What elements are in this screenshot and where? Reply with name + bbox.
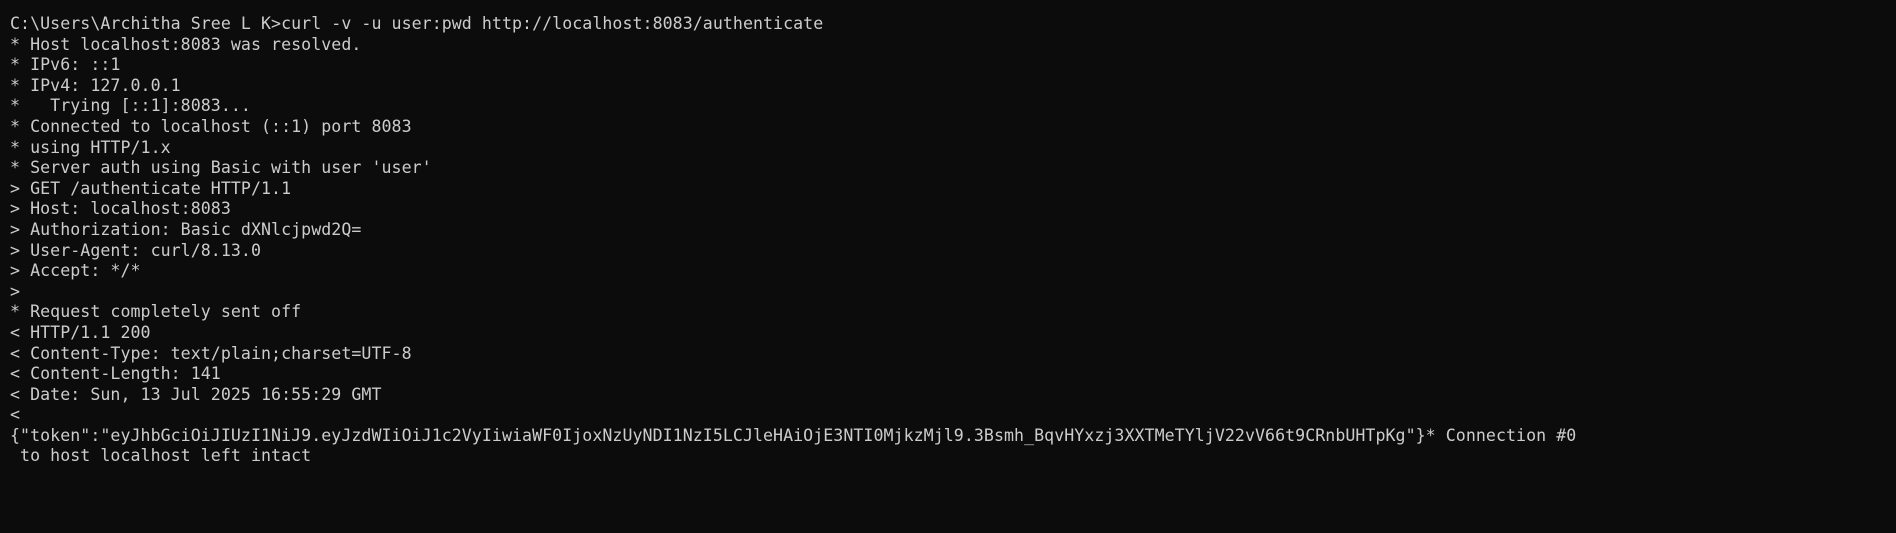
terminal-line-request: > User-Agent: curl/8.13.0 [10,240,262,260]
terminal-line: * Server auth using Basic with user 'use… [10,158,432,178]
terminal-line: * Trying [::1]:8083... [10,96,251,116]
terminal-line-request: > GET /authenticate HTTP/1.1 [10,178,292,198]
terminal-line: * IPv4: 127.0.0.1 [10,75,181,95]
terminal-line-body: {"token":"eyJhbGciOiJIUzI1NiJ9.eyJzdWIiO… [10,425,1577,445]
terminal-line-response: < HTTP/1.1 200 [10,322,151,342]
terminal-line-request: > Host: localhost:8083 [10,199,231,219]
terminal-line: * Connected to localhost (::1) port 8083 [10,116,412,136]
terminal-line-response: < Content-Type: text/plain;charset=UTF-8 [10,343,412,363]
terminal-line-body: to host localhost left intact [10,446,312,466]
terminal-line-request: > Authorization: Basic dXNlcjpwd2Q= [10,219,362,239]
terminal-line: * using HTTP/1.x [10,137,171,157]
terminal-line: * Host localhost:8083 was resolved. [10,34,362,54]
terminal-line-response: < [10,405,21,425]
terminal-line-request: > [10,281,21,301]
terminal-line-request: > Accept: */* [10,261,141,281]
terminal-window[interactable]: C:\Users\Architha Sree L K>curl -v -u us… [0,0,1896,533]
terminal-line-response: < Date: Sun, 13 Jul 2025 16:55:29 GMT [10,384,382,404]
terminal-line-command: C:\Users\Architha Sree L K>curl -v -u us… [10,14,824,33]
terminal-line: * IPv6: ::1 [10,55,121,75]
terminal-line-response: < Content-Length: 141 [10,364,221,384]
terminal-line: * Request completely sent off [10,302,302,322]
